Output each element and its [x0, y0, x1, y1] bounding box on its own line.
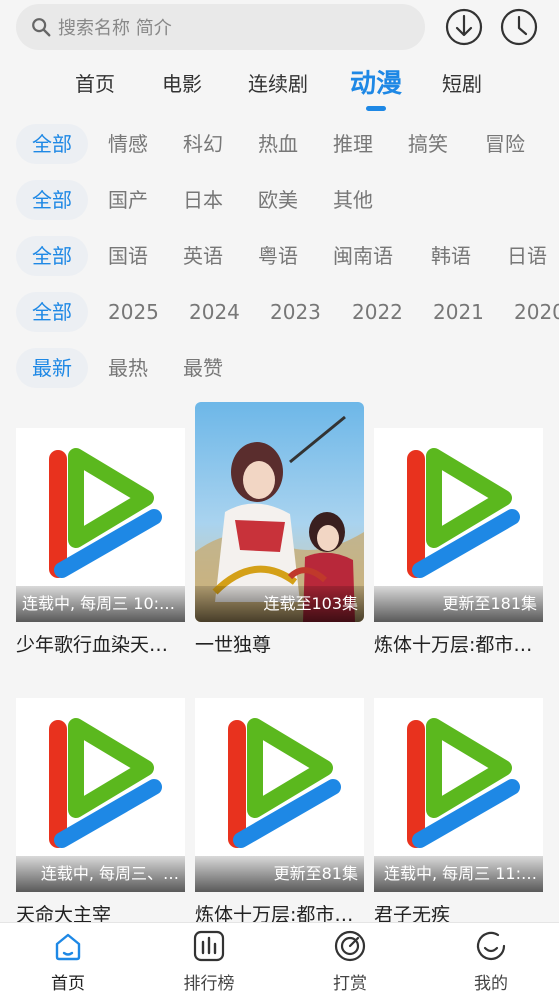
filter-chip[interactable]: 2024	[189, 292, 240, 332]
video-card[interactable]: 连载至103集 一世独尊	[195, 402, 364, 657]
video-title: 少年歌行血染天…	[16, 634, 169, 656]
filter-chip[interactable]: 国产	[108, 180, 148, 220]
nav-ranking[interactable]: 排行榜	[169, 929, 249, 994]
filter-chip[interactable]: 2025	[108, 292, 159, 332]
nav-reward[interactable]: 打赏	[310, 929, 390, 994]
filter-chip[interactable]: 热血	[258, 124, 298, 164]
clock-icon[interactable]	[499, 7, 539, 47]
tab-movie[interactable]: 电影	[162, 68, 202, 97]
tab-short-drama[interactable]: 短剧	[442, 68, 482, 97]
download-icon[interactable]	[444, 7, 484, 47]
filter-chip[interactable]: 最热	[108, 348, 148, 388]
search-icon	[32, 18, 51, 37]
video-card[interactable]: 连载中, 每周三 11:… 君子无疾	[374, 698, 543, 927]
nav-label: 我的	[474, 974, 508, 994]
video-card[interactable]: 更新至81集 炼体十万层:都市…	[195, 698, 364, 927]
poster: 连载中, 每周三、…	[16, 698, 185, 892]
nav-label: 首页	[51, 974, 85, 994]
filter-chip[interactable]: 欧美	[258, 180, 298, 220]
filter-chip[interactable]: 2022	[352, 292, 403, 332]
category-tabs: 首页 电影 连续剧 动漫 短剧	[0, 58, 559, 116]
video-card[interactable]: 更新至181集 炼体十万层:都市…	[374, 428, 543, 657]
search-placeholder: 搜索名称 简介	[58, 18, 172, 39]
filter-chip[interactable]: 粤语	[258, 236, 298, 276]
filter-chip[interactable]: 其他	[333, 180, 373, 220]
filter-chip[interactable]: 搞笑	[408, 124, 448, 164]
episode-badge: 连载中, 每周三 10:…	[16, 586, 185, 622]
video-title: 一世独尊	[195, 634, 272, 656]
nav-home[interactable]: 首页	[28, 929, 108, 994]
tab-anime[interactable]: 动漫	[350, 63, 402, 100]
active-tab-indicator	[366, 106, 386, 111]
reward-icon	[334, 930, 366, 962]
filter-chip[interactable]: 日本	[183, 180, 223, 220]
episode-badge: 连载中, 每周三 11:…	[374, 856, 543, 892]
video-card[interactable]: 连载中, 每周三 10:… 少年歌行血染天…	[16, 428, 185, 657]
filter-chip[interactable]: 闽南语	[333, 236, 393, 276]
filter-chip[interactable]: 冒险	[485, 124, 525, 164]
chart-icon	[193, 930, 225, 962]
poster: 连载至103集	[195, 402, 364, 622]
bottom-nav: 首页 排行榜 打赏 我的	[0, 922, 559, 995]
filter-chip[interactable]: 全部	[16, 236, 88, 276]
filter-chip[interactable]: 全部	[16, 292, 88, 332]
episode-badge: 连载中, 每周三、…	[16, 856, 185, 892]
filter-row-year: 全部 2025 2024 2023 2022 2021 2020	[0, 292, 559, 332]
nav-label: 排行榜	[183, 974, 235, 994]
filter-row-genre: 全部 情感 科幻 热血 推理 搞笑 冒险	[0, 124, 559, 164]
top-bar: 搜索名称 简介	[0, 0, 559, 56]
filter-chip[interactable]: 全部	[16, 180, 88, 220]
nav-label: 打赏	[333, 974, 367, 994]
filter-chip[interactable]: 日语	[507, 236, 547, 276]
filter-chip[interactable]: 韩语	[431, 236, 471, 276]
episode-badge: 连载至103集	[195, 586, 364, 622]
tab-series[interactable]: 连续剧	[248, 68, 308, 97]
poster: 更新至81集	[195, 698, 364, 892]
filter-row-sort: 最新 最热 最赞	[0, 348, 559, 388]
video-card[interactable]: 连载中, 每周三、… 天命大主宰	[16, 698, 185, 927]
episode-badge: 更新至181集	[374, 586, 543, 622]
filter-chip[interactable]: 情感	[108, 124, 148, 164]
poster: 连载中, 每周三 10:…	[16, 428, 185, 622]
filter-chip[interactable]: 英语	[183, 236, 223, 276]
poster: 更新至181集	[374, 428, 543, 622]
filter-chip[interactable]: 全部	[16, 124, 88, 164]
poster: 连载中, 每周三 11:…	[374, 698, 543, 892]
filter-chip[interactable]: 推理	[333, 124, 373, 164]
filter-chip[interactable]: 2020	[514, 292, 559, 332]
nav-profile[interactable]: 我的	[451, 929, 531, 994]
home-icon	[55, 933, 81, 961]
episode-badge: 更新至81集	[195, 856, 364, 892]
filter-row-region: 全部 国产 日本 欧美 其他	[0, 180, 559, 220]
filter-chip[interactable]: 2021	[433, 292, 484, 332]
filter-chip[interactable]: 最新	[16, 348, 88, 388]
filter-row-language: 全部 国语 英语 粤语 闽南语 韩语 日语	[0, 236, 559, 276]
profile-icon	[476, 931, 506, 961]
search-input[interactable]: 搜索名称 简介	[16, 4, 425, 50]
filter-chip[interactable]: 2023	[270, 292, 321, 332]
filter-chip[interactable]: 最赞	[183, 348, 223, 388]
filter-chip[interactable]: 科幻	[183, 124, 223, 164]
tab-home[interactable]: 首页	[75, 68, 115, 97]
filter-chip[interactable]: 国语	[108, 236, 148, 276]
video-title: 炼体十万层:都市…	[374, 634, 533, 656]
